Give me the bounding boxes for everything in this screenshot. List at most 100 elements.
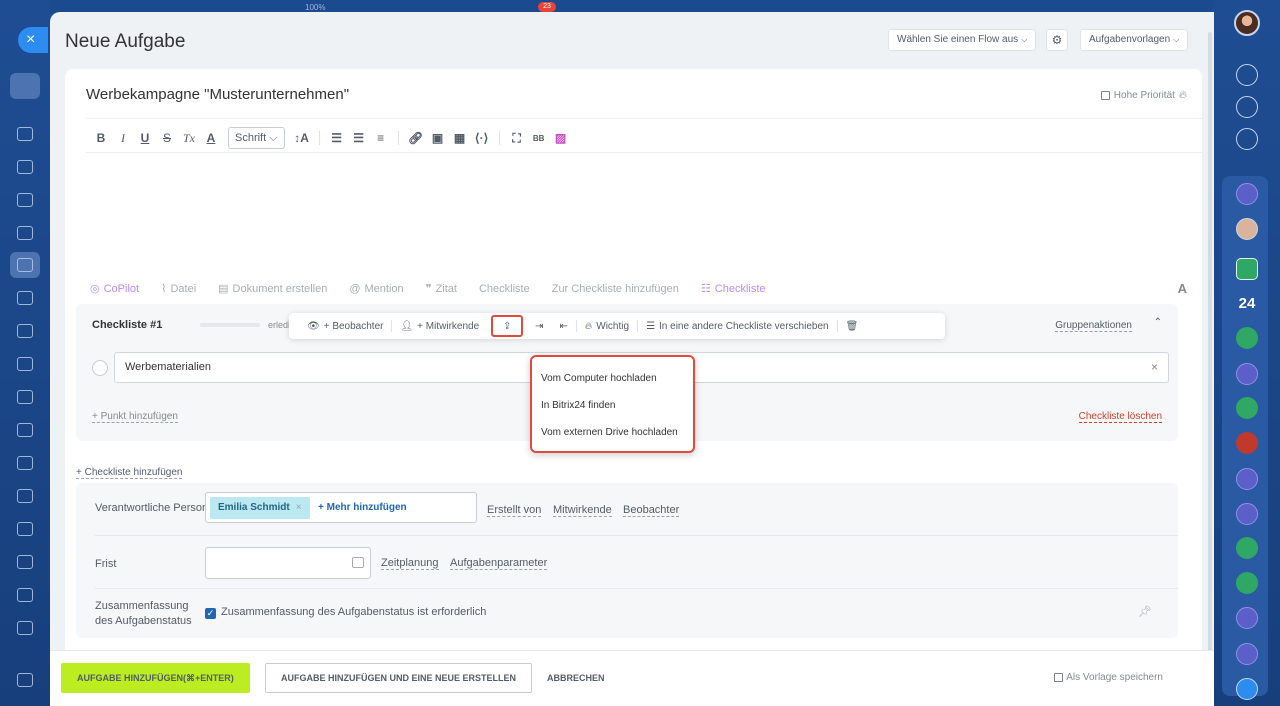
quote-button[interactable]: ❞ Zitat <box>426 282 457 295</box>
user-avatar[interactable] <box>1234 10 1260 36</box>
chat-icon[interactable] <box>17 160 33 174</box>
bell-icon[interactable] <box>1236 64 1258 86</box>
text-color-button[interactable]: A <box>200 131 222 145</box>
docs-icon[interactable] <box>17 226 33 240</box>
trash-icon[interactable]: 🗑︎ <box>838 321 867 332</box>
parameters-link[interactable]: Aufgabenparameter <box>450 557 548 570</box>
copilot-button[interactable]: ◎ CoPilot <box>90 282 139 295</box>
deadline-input[interactable] <box>205 547 371 579</box>
high-priority-checkbox[interactable] <box>1100 91 1110 100</box>
tasks-icon[interactable] <box>17 258 33 272</box>
panel-scrollbar[interactable] <box>1208 32 1212 652</box>
create-document-button[interactable]: ▤ Dokument erstellen <box>218 282 327 295</box>
cancel-button[interactable]: ABBRECHEN <box>547 663 605 693</box>
mention-button[interactable]: @ Mention <box>349 283 403 295</box>
italic-button[interactable]: I <box>112 131 134 146</box>
tasks-check-icon[interactable] <box>1236 258 1258 280</box>
upload-from-computer[interactable]: Vom Computer hochladen <box>532 365 693 392</box>
strikethrough-button[interactable]: S <box>156 131 178 145</box>
add-task-button[interactable]: AUFGABE HINZUFÜGEN(⌘+ENTER) <box>61 663 250 693</box>
chat-bubble-icon[interactable] <box>1236 678 1258 700</box>
find-in-bitrix24[interactable]: In Bitrix24 finden <box>532 392 693 419</box>
feed-icon[interactable] <box>17 127 33 141</box>
shop-icon[interactable] <box>17 390 33 404</box>
summary-checkbox[interactable]: ✓ <box>205 608 216 619</box>
lock-green-icon-2[interactable] <box>1236 397 1258 419</box>
sites-icon[interactable] <box>17 324 33 338</box>
close-slider-button[interactable]: × <box>18 27 48 53</box>
gear-icon[interactable]: ⚙ <box>1046 29 1068 51</box>
file-button[interactable]: ⌇ Datei <box>161 282 196 295</box>
checklist-button[interactable]: Checkliste <box>479 283 530 295</box>
upload-file-button[interactable]: ⇪ <box>491 315 524 337</box>
task-title-input[interactable]: Werbekampagne "Musterunternehmen" <box>86 86 349 103</box>
font-select[interactable]: Schrift ⌵ <box>228 127 285 149</box>
format-toggle-button[interactable]: A <box>1178 281 1187 296</box>
created-by-link[interactable]: Erstellt von <box>487 504 542 517</box>
add-and-new-button[interactable]: AUFGABE HINZUFÜGEN UND EINE NEUE ERSTELL… <box>265 663 533 693</box>
group-actions-link[interactable]: Gruppenaktionen <box>1055 320 1132 332</box>
ai-image-icon[interactable]: ▨ <box>550 131 572 145</box>
lock-red-icon[interactable] <box>1236 432 1258 454</box>
analytics-icon[interactable] <box>17 357 33 371</box>
copilot-purple-icon-2[interactable] <box>1236 503 1258 525</box>
inbox-icon[interactable] <box>17 456 33 470</box>
lock-green-icon-3[interactable] <box>1236 572 1258 594</box>
search-icon[interactable] <box>1236 128 1258 150</box>
contact-g-avatar[interactable] <box>1236 537 1258 559</box>
edit-icon[interactable] <box>17 588 33 602</box>
add-participant-button[interactable]: 👤︎ + Mitwirkende <box>392 321 487 332</box>
automation-icon[interactable] <box>17 522 33 536</box>
filter-icon[interactable] <box>17 423 33 437</box>
calendar-icon[interactable] <box>17 489 33 503</box>
calendar-icon[interactable] <box>352 557 364 568</box>
summary-required-toggle[interactable]: ✓ Zusammenfassung des Aufgabenstatus ist … <box>205 606 486 619</box>
copilot-purple-icon-3[interactable] <box>1236 607 1258 629</box>
planning-link[interactable]: Zeitplanung <box>381 557 439 570</box>
contact-uu-avatar[interactable] <box>1236 468 1258 490</box>
settings-icon[interactable] <box>17 673 33 687</box>
delete-checklist-link[interactable]: Checkliste löschen <box>1078 411 1162 423</box>
indent-icon[interactable]: ⇥ <box>527 321 551 332</box>
font-size-button[interactable]: ↕A <box>291 131 313 145</box>
copilot-purple-icon[interactable] <box>1236 363 1258 385</box>
align-icon[interactable]: ≡ <box>370 131 392 145</box>
lock-green-icon[interactable] <box>1236 327 1258 349</box>
bold-button[interactable]: B <box>90 131 112 145</box>
box-icon[interactable] <box>17 621 33 635</box>
responsible-field[interactable]: Emilia Schmidt × + Mehr hinzufügen <box>205 492 477 523</box>
upload-from-external-drive[interactable]: Vom externen Drive hochladen <box>532 419 693 446</box>
high-priority-toggle[interactable]: Hohe Priorität 🔥︎ <box>1100 89 1187 102</box>
contact-h-avatar[interactable] <box>1236 183 1258 205</box>
clear-format-button[interactable]: Tx <box>178 131 200 146</box>
link-icon[interactable]: 🔗︎ <box>405 131 427 145</box>
add-item-link[interactable]: + Punkt hinzufügen <box>92 411 178 423</box>
checklist-ai-button[interactable]: ☷ Checkliste <box>701 282 766 295</box>
image-icon[interactable]: ▣ <box>427 131 449 145</box>
numbered-list-icon[interactable]: ☰ <box>326 131 348 145</box>
outdent-icon[interactable]: ⇤ <box>552 321 576 332</box>
remove-item-icon[interactable]: × <box>1151 353 1158 382</box>
observers-link[interactable]: Beobachter <box>623 504 680 517</box>
crm-icon[interactable] <box>17 291 33 305</box>
collapse-chevron-icon[interactable]: ⌃ <box>1154 317 1162 328</box>
add-checklist-link[interactable]: + Checkliste hinzufügen <box>76 467 183 479</box>
copilot-chat-icon[interactable] <box>1236 96 1258 118</box>
participants-link[interactable]: Mitwirkende <box>553 504 612 517</box>
checklist-title[interactable]: Checkliste #1 <box>92 319 162 331</box>
code-icon[interactable]: ⟨·⟩ <box>471 131 493 145</box>
pin-icon[interactable]: 📌︎ <box>1138 605 1152 618</box>
save-template-toggle[interactable]: Als Vorlage speichern <box>1054 672 1163 683</box>
important-button[interactable]: 🔥︎ Wichtig <box>577 321 637 332</box>
save-template-checkbox[interactable] <box>1054 673 1064 682</box>
fullscreen-icon[interactable]: ⛶ <box>506 131 528 146</box>
add-to-checklist-button[interactable]: Zur Checkliste hinzufügen <box>552 283 679 295</box>
bullet-list-icon[interactable]: ☰ <box>348 131 370 145</box>
add-observer-button[interactable]: 👁︎ + Beobachter <box>299 321 391 332</box>
move-to-checklist-button[interactable]: ☰ In eine andere Checkliste verschieben <box>638 321 837 332</box>
contact-photo-avatar[interactable] <box>1236 218 1258 240</box>
underline-button[interactable]: U <box>134 131 156 145</box>
templates-select[interactable]: Aufgabenvorlagen ⌵ <box>1080 29 1189 51</box>
add-more-link[interactable]: + Mehr hinzufügen <box>318 502 407 513</box>
flow-select[interactable]: Wählen Sie einen Flow aus ⌵ <box>888 29 1037 51</box>
